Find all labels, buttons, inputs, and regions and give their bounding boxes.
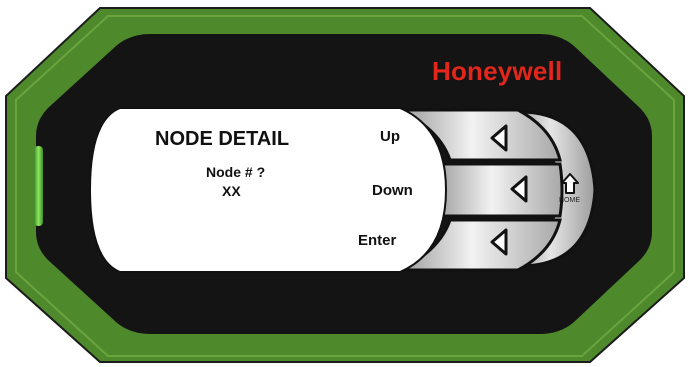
- up-button[interactable]: [440, 112, 558, 158]
- brand-logo: Honeywell: [432, 56, 563, 86]
- enter-button[interactable]: [440, 222, 558, 268]
- up-label: Up: [380, 128, 400, 145]
- display-value: XX: [222, 183, 241, 199]
- display-prompt: Node # ?: [206, 164, 266, 180]
- down-button[interactable]: [438, 166, 558, 214]
- display-title: NODE DETAIL: [155, 128, 290, 150]
- down-label: Down: [372, 182, 413, 199]
- status-led: [34, 146, 43, 226]
- home-button[interactable]: [558, 140, 590, 240]
- keypad-panel: Honeywell NODE DETAIL Node # ? XX Up Dow…: [0, 0, 689, 367]
- enter-label: Enter: [358, 232, 397, 249]
